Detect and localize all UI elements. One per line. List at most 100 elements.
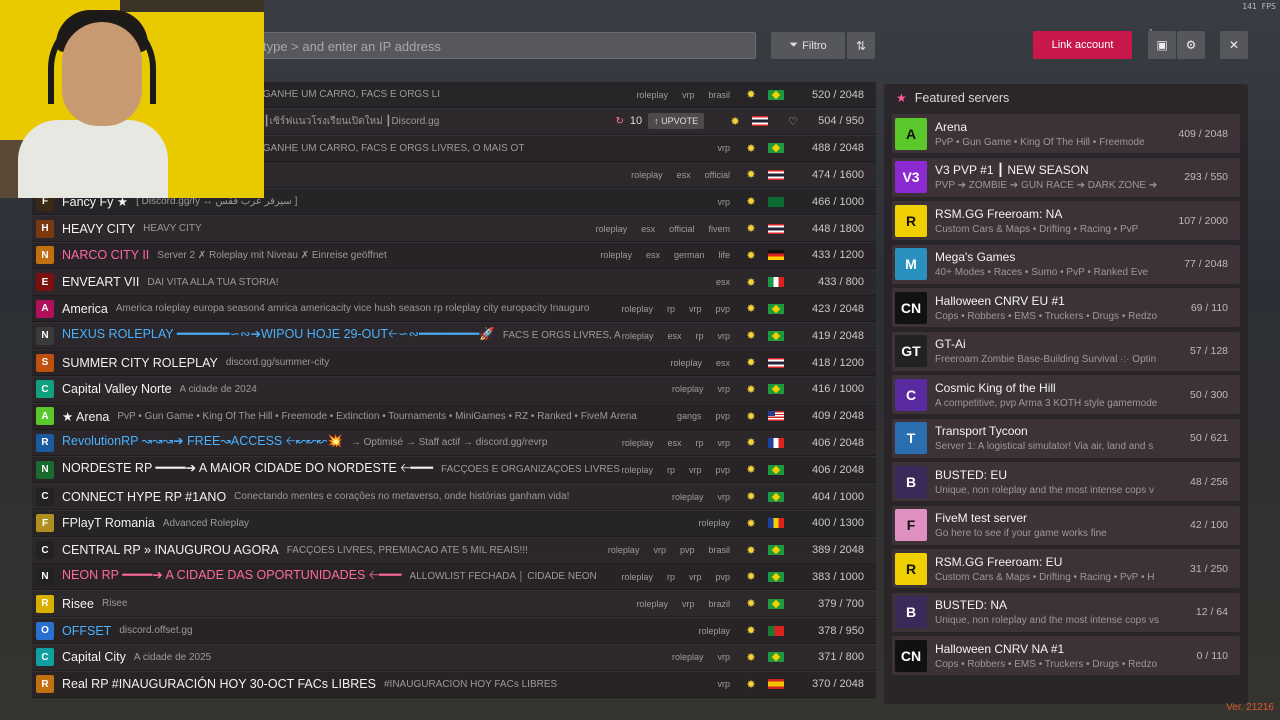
server-tag[interactable]: esx: [641, 224, 655, 234]
server-row[interactable]: R Risee Risee roleplay vrp brazil ✸ 379 / 700: [32, 591, 876, 618]
server-tag[interactable]: roleplay: [672, 652, 704, 662]
server-tag[interactable]: pvp: [715, 304, 730, 314]
server-tag[interactable]: roleplay: [622, 331, 654, 341]
server-tag[interactable]: gangs: [677, 411, 702, 421]
flag-de-icon: [768, 250, 784, 261]
server-tag[interactable]: vrp: [689, 465, 702, 475]
server-tag[interactable]: esx: [677, 170, 691, 180]
sort-button[interactable]: ⇅: [847, 32, 875, 59]
heart-icon[interactable]: ♡: [788, 115, 798, 128]
server-tag[interactable]: rp: [667, 572, 675, 582]
server-tag[interactable]: vrp: [717, 492, 730, 502]
server-tag[interactable]: roleplay: [621, 465, 653, 475]
server-tag[interactable]: vrp: [717, 438, 730, 448]
link-account-button[interactable]: Link account: [1033, 31, 1132, 59]
server-row[interactable]: C CENTRAL RP » INAUGUROU AGORA FACÇOES LIV…: [32, 537, 876, 564]
server-tag[interactable]: roleplay: [621, 572, 653, 582]
server-tag[interactable]: roleplay: [636, 90, 668, 100]
featured-server-card[interactable]: CN Halloween CNRV NA #1 Cops • Robbers • E…: [892, 636, 1240, 675]
server-tag[interactable]: pvp: [715, 465, 730, 475]
server-tag[interactable]: roleplay: [631, 170, 663, 180]
server-tag[interactable]: vrp: [717, 652, 730, 662]
featured-server-card[interactable]: M Mega's Games 40+ Modes • Races • Sumo • …: [892, 244, 1240, 284]
server-tag[interactable]: brazil: [708, 599, 730, 609]
server-tag[interactable]: esx: [716, 277, 730, 287]
server-row[interactable]: N NORDESTE RP ━━━━➔ A MAIOR CIDADE DO NOR…: [32, 457, 876, 484]
server-tag[interactable]: roleplay: [672, 492, 704, 502]
server-tag[interactable]: rp: [695, 438, 703, 448]
server-tag[interactable]: german: [674, 250, 705, 260]
server-tag[interactable]: rp: [667, 304, 675, 314]
server-tag[interactable]: roleplay: [698, 518, 730, 528]
server-row[interactable]: E ENVEART VII DAI VITA ALLA TUA STORIA! esx…: [32, 269, 876, 296]
featured-server-card[interactable]: B BUSTED: EU Unique, non roleplay and the …: [892, 462, 1240, 501]
server-tag[interactable]: roleplay: [600, 250, 632, 260]
notifications-button[interactable]: ▣: [1148, 31, 1176, 59]
server-tag[interactable]: vrp: [717, 679, 730, 689]
server-row[interactable]: O OFFSET discord.offset.gg roleplay ✸ 378 / 9…: [32, 618, 876, 644]
server-row[interactable]: C CONNECT HYPE RP #1ANO Conectando mentes …: [32, 484, 876, 510]
server-tag[interactable]: roleplay: [622, 438, 654, 448]
server-icon: R: [36, 675, 54, 694]
server-row[interactable]: R Real RP #INAUGURACIÓN HOY 30-OCT FACs L…: [32, 671, 876, 698]
server-row[interactable]: N NARCO CITY II Server 2 ✗ Roleplay mit Ni…: [32, 242, 876, 269]
search-input[interactable]: type > and enter an IP address: [250, 32, 756, 59]
featured-server-card[interactable]: GT GT-Ai Freeroam Zombie Base-Building Sur…: [892, 331, 1240, 371]
server-row[interactable]: A ★ Arena PvP • Gun Game • King Of The Hil…: [32, 403, 876, 430]
server-tag[interactable]: rp: [667, 465, 675, 475]
server-tag[interactable]: roleplay: [698, 626, 730, 636]
server-tag[interactable]: roleplay: [670, 358, 702, 368]
server-tag[interactable]: vrp: [689, 572, 702, 582]
close-button[interactable]: ✕: [1220, 31, 1248, 59]
server-tag[interactable]: roleplay: [672, 384, 704, 394]
server-row[interactable]: N NEON RP ━━━━➔ A CIDADE DAS OPORTUNIDADE…: [32, 564, 876, 591]
server-tag[interactable]: vrp: [717, 331, 730, 341]
featured-server-card[interactable]: B BUSTED: NA Unique, non roleplay and the …: [892, 592, 1240, 632]
featured-server-card[interactable]: R RSM.GG Freeroam: EU Custom Cars & Maps •…: [892, 549, 1240, 588]
server-tag[interactable]: roleplay: [621, 304, 653, 314]
upvote-button[interactable]: ↑ UPVOTE: [648, 113, 705, 130]
server-tag[interactable]: pvp: [715, 411, 730, 421]
server-tag[interactable]: esx: [667, 331, 681, 341]
server-tag[interactable]: roleplay: [596, 224, 628, 234]
featured-server-card[interactable]: T Transport Tycoon Server 1: A logistical …: [892, 418, 1240, 458]
settings-button[interactable]: ⚙: [1177, 31, 1205, 59]
server-row[interactable]: N NEXUS ROLEPLAY ━━━━━━━∽∾➔WIPOU HOJE 29-…: [32, 323, 876, 350]
server-tag[interactable]: roleplay: [608, 545, 640, 555]
featured-server-card[interactable]: A Arena PvP • Gun Game • King Of The Hill …: [892, 114, 1240, 153]
server-row[interactable]: C Capital Valley Norte A cidade de 2024 rol…: [32, 376, 876, 403]
server-tag[interactable]: official: [669, 224, 694, 234]
featured-server-card[interactable]: F FiveM test server Go here to see if your…: [892, 505, 1240, 545]
server-tag[interactable]: esx: [646, 250, 660, 260]
server-tag[interactable]: esx: [716, 358, 730, 368]
server-tag[interactable]: rp: [695, 331, 703, 341]
server-tag[interactable]: life: [718, 250, 730, 260]
server-tag[interactable]: vrp: [689, 304, 702, 314]
server-tag[interactable]: vrp: [682, 599, 695, 609]
sun-icon: ✸: [746, 330, 756, 343]
server-tag[interactable]: pvp: [680, 545, 695, 555]
server-tag[interactable]: roleplay: [636, 599, 668, 609]
server-row[interactable]: S SUMMER CITY ROLEPLAY discord.gg/summer-c…: [32, 350, 876, 376]
server-tag[interactable]: pvp: [715, 572, 730, 582]
featured-server-card[interactable]: C Cosmic King of the Hill A competitive, p…: [892, 375, 1240, 414]
server-tag[interactable]: official: [705, 170, 730, 180]
featured-server-card[interactable]: V3 V3 PVP #1 ┃ NEW SEASON PVP ➔ ZOMBIE ➔ G…: [892, 157, 1240, 197]
server-tag[interactable]: vrp: [717, 197, 730, 207]
featured-server-card[interactable]: R RSM.GG Freeroam: NA Custom Cars & Maps •…: [892, 201, 1240, 240]
server-tag[interactable]: vrp: [682, 90, 695, 100]
server-tag[interactable]: fivem: [708, 224, 730, 234]
server-tag[interactable]: vrp: [717, 384, 730, 394]
filter-button[interactable]: ⏷ Filtro: [771, 32, 845, 59]
server-tag[interactable]: vrp: [717, 143, 730, 153]
server-tag[interactable]: brasil: [708, 545, 730, 555]
server-row[interactable]: A America America roleplay europa season4 …: [32, 296, 876, 323]
server-tag[interactable]: esx: [667, 438, 681, 448]
server-row[interactable]: F FPlayT Romania Advanced Roleplay roleplay…: [32, 510, 876, 537]
server-tag[interactable]: vrp: [653, 545, 666, 555]
server-row[interactable]: C Capital City A cidade de 2025 roleplay vrp…: [32, 644, 876, 671]
server-row[interactable]: R RevolutionRP ↝↝↝➔ FREE↝ACCESS 🡠↜↜↜💥 → Op…: [32, 430, 876, 457]
server-tag[interactable]: brasil: [708, 90, 730, 100]
featured-server-card[interactable]: CN Halloween CNRV EU #1 Cops • Robbers • E…: [892, 288, 1240, 327]
server-row[interactable]: H HEAVY CITY HEAVY CITY roleplay esx official…: [32, 216, 876, 242]
